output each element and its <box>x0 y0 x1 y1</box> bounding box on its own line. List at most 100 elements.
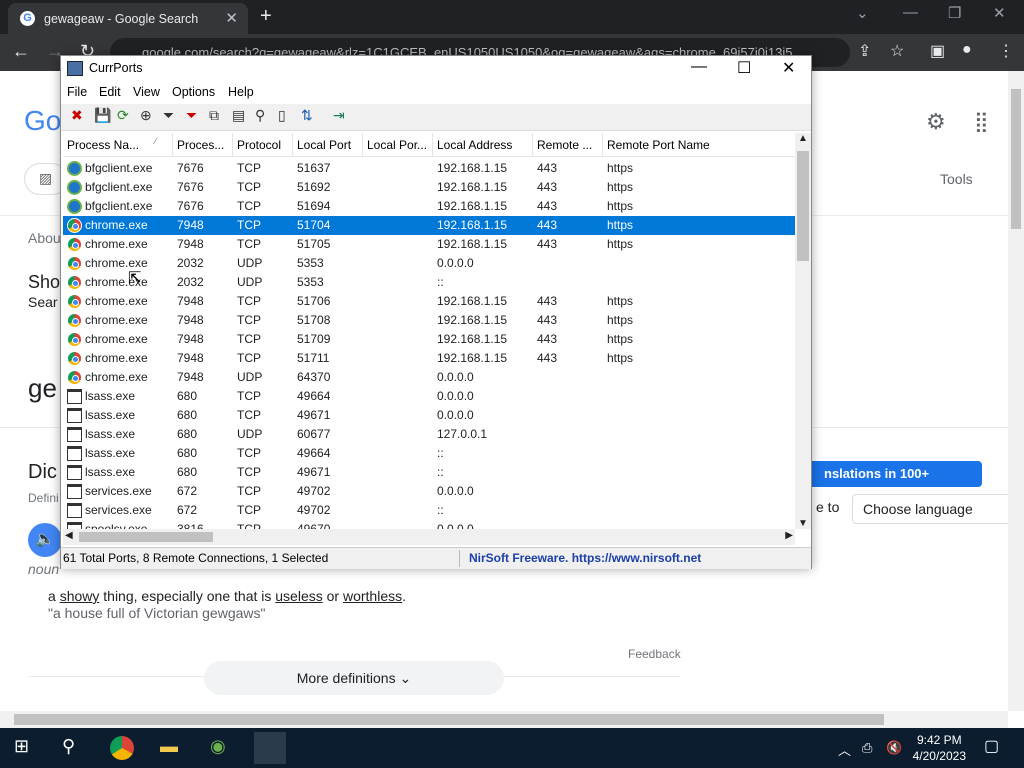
menu-help[interactable]: Help <box>228 85 254 99</box>
refresh-icon[interactable]: ⟳ <box>117 107 129 124</box>
table-row[interactable]: spoolsv.exe 3816 TCP 49670 0.0.0.0 <box>63 520 795 529</box>
more-definitions-button[interactable]: More definitions ⌄ <box>204 661 504 695</box>
table-row[interactable]: chrome.exe 7948 TCP 51706 192.168.1.15 443 htt… <box>63 292 795 311</box>
table-row[interactable]: lsass.exe 680 TCP 49671:: <box>63 463 795 482</box>
col-protocol[interactable]: Protocol <box>233 133 293 157</box>
chevron-up-icon[interactable]: ︿ <box>838 740 851 759</box>
col-local-port-name[interactable]: Local Por... <box>363 133 433 157</box>
table-row[interactable]: services.exe 672 TCP 49702 0.0.0.0 <box>63 482 795 501</box>
list-horizontal-scrollbar[interactable]: ◀ ▶ <box>63 529 795 545</box>
page-vertical-scrollbar[interactable] <box>1008 71 1024 711</box>
windows-start-icon[interactable]: ⊞ <box>14 736 29 757</box>
scroll-left-icon[interactable]: ◀ <box>65 530 73 541</box>
table-row[interactable]: chrome.exe 7948 TCP 51704 192.168.1.15 443 htt… <box>63 216 795 235</box>
page-horizontal-scrollbar[interactable] <box>0 711 1008 728</box>
settings-gear-icon[interactable]: ⚙ <box>926 109 946 135</box>
exit-icon[interactable]: ⇥ <box>333 107 345 124</box>
close-icon[interactable]: ✕ <box>782 58 795 78</box>
table-row[interactable]: lsass.exe 680 TCP 49664:: <box>63 444 795 463</box>
sort-icon[interactable]: ⇅ <box>301 107 313 124</box>
nirsoft-link[interactable]: NirSoft Freeware. https://www.nirsoft.ne… <box>469 551 701 565</box>
cell-proto: TCP <box>237 332 261 346</box>
notifications-icon[interactable]: ▢ <box>984 736 999 756</box>
menu-edit[interactable]: Edit <box>99 85 121 99</box>
minimize-icon[interactable]: — <box>691 58 707 76</box>
chrome-taskbar-icon[interactable] <box>110 736 134 760</box>
search-icon[interactable]: ⚲ <box>62 736 75 757</box>
filter-remove-icon[interactable]: ⏷ <box>186 107 197 124</box>
tab-search-chevron-icon[interactable]: ⌄ <box>856 4 869 22</box>
scroll-up-icon[interactable]: ▲ <box>798 133 808 144</box>
table-row[interactable]: chrome.exe 7948 TCP 51708 192.168.1.15 443 htt… <box>63 311 795 330</box>
tools-button[interactable]: Tools <box>940 171 973 187</box>
list-hscroll-thumb[interactable] <box>79 532 213 542</box>
maximize-icon[interactable]: ☐ <box>737 58 751 78</box>
file-explorer-icon[interactable]: ▬ <box>160 736 178 757</box>
table-row[interactable]: chrome.exe 7948 TCP 51709 192.168.1.15 443 htt… <box>63 330 795 349</box>
table-row[interactable]: chrome.exe 2032 UDP 5353:: <box>63 273 795 292</box>
profile-icon[interactable]: ● <box>962 41 972 59</box>
google-logo[interactable]: Go <box>24 105 61 137</box>
side-panel-icon[interactable]: ▣ <box>930 41 945 61</box>
menu-file[interactable]: File <box>67 85 87 99</box>
close-window-icon[interactable]: ✕ <box>993 4 1006 22</box>
restore-icon[interactable]: ❐ <box>948 4 961 22</box>
col-remote-port[interactable]: Remote ... <box>533 133 603 157</box>
apps-grid-icon[interactable]: ⣿ <box>974 109 989 134</box>
col-remote-port-name[interactable]: Remote Port Name <box>603 133 795 157</box>
feedback-link[interactable]: Feedback <box>628 647 681 661</box>
list-scroll-thumb[interactable] <box>797 151 809 261</box>
col-local-port[interactable]: Local Port <box>293 133 363 157</box>
link-showy[interactable]: showy <box>60 588 100 604</box>
choose-language-select[interactable]: Choose language <box>852 494 1008 524</box>
volume-muted-icon[interactable]: 🔇 <box>886 740 902 756</box>
scroll-right-icon[interactable]: ▶ <box>785 530 793 541</box>
new-tab-plus-icon[interactable]: + <box>260 5 272 28</box>
network-icon[interactable]: ⎙ <box>862 740 872 756</box>
minimize-icon[interactable]: — <box>903 4 918 21</box>
close-connection-icon[interactable]: ✖ <box>71 107 83 124</box>
save-icon[interactable]: 💾 <box>94 107 111 124</box>
page-hscroll-thumb[interactable] <box>14 714 884 725</box>
link-useless[interactable]: useless <box>275 588 322 604</box>
link-worthless[interactable]: worthless <box>343 588 402 604</box>
browser-tab[interactable]: G gewageaw - Google Search ✕ <box>8 3 248 34</box>
table-row[interactable]: bfgclient.exe 7676 TCP 51637 192.168.1.15 443… <box>63 159 795 178</box>
share-icon[interactable]: ⇪ <box>858 41 871 61</box>
page-scroll-thumb[interactable] <box>1011 89 1021 229</box>
table-row[interactable]: bfgclient.exe 7676 TCP 51692 192.168.1.15 443… <box>63 178 795 197</box>
col-local-address[interactable]: Local Address <box>433 133 533 157</box>
translations-button[interactable]: nslations in 100+ languages <box>812 461 982 507</box>
back-arrow-icon[interactable]: ← <box>12 41 30 62</box>
ports-list[interactable]: Process Na... ⁄ Proces... Protocol Local… <box>63 133 795 529</box>
copy-icon[interactable]: ⧉ <box>209 107 219 124</box>
col-process-id[interactable]: Proces... <box>173 133 233 157</box>
properties-icon[interactable]: ⊕ <box>140 107 152 124</box>
tab-close-icon[interactable]: ✕ <box>225 9 238 27</box>
table-row[interactable]: lsass.exe 680 TCP 49664 0.0.0.0 <box>63 387 795 406</box>
find-binoculars-icon[interactable]: ⚲ <box>255 107 265 124</box>
table-row[interactable]: chrome.exe 2032 UDP 5353 0.0.0.0 <box>63 254 795 273</box>
speaker-icon[interactable]: 🔈 <box>28 523 62 557</box>
report-icon[interactable]: ▤ <box>232 107 245 124</box>
clock-time: 9:42 PM <box>916 733 962 747</box>
table-row[interactable]: services.exe 672 TCP 49702:: <box>63 501 795 520</box>
table-row[interactable]: chrome.exe 7948 UDP 64370 0.0.0.0 <box>63 368 795 387</box>
scroll-down-icon[interactable]: ▼ <box>798 518 808 529</box>
table-row[interactable]: bfgclient.exe 7676 TCP 51694 192.168.1.15 443… <box>63 197 795 216</box>
kebab-menu-icon[interactable]: ⋮ <box>998 41 1014 61</box>
taskbar-clock[interactable]: 9:42 PM 4/20/2023 <box>913 732 966 764</box>
bfgclient-taskbar-icon[interactable]: ◉ <box>210 736 226 757</box>
table-row[interactable]: lsass.exe 680 UDP 60677 127.0.0.1 <box>63 425 795 444</box>
bookmark-star-icon[interactable]: ☆ <box>890 41 904 61</box>
currports-titlebar[interactable]: CurrPorts — ☐ ✕ <box>61 56 811 82</box>
list-vertical-scrollbar[interactable]: ▲ ▼ <box>795 133 811 529</box>
currports-taskbar-icon[interactable] <box>254 732 286 764</box>
menu-options[interactable]: Options <box>172 85 215 99</box>
table-row[interactable]: chrome.exe 7948 TCP 51705 192.168.1.15 443 htt… <box>63 235 795 254</box>
filter-icon[interactable]: ⏷ <box>163 107 174 124</box>
html-report-icon[interactable]: ▯ <box>278 107 286 124</box>
table-row[interactable]: lsass.exe 680 TCP 49671 0.0.0.0 <box>63 406 795 425</box>
table-row[interactable]: chrome.exe 7948 TCP 51711 192.168.1.15 443 htt… <box>63 349 795 368</box>
menu-view[interactable]: View <box>133 85 160 99</box>
